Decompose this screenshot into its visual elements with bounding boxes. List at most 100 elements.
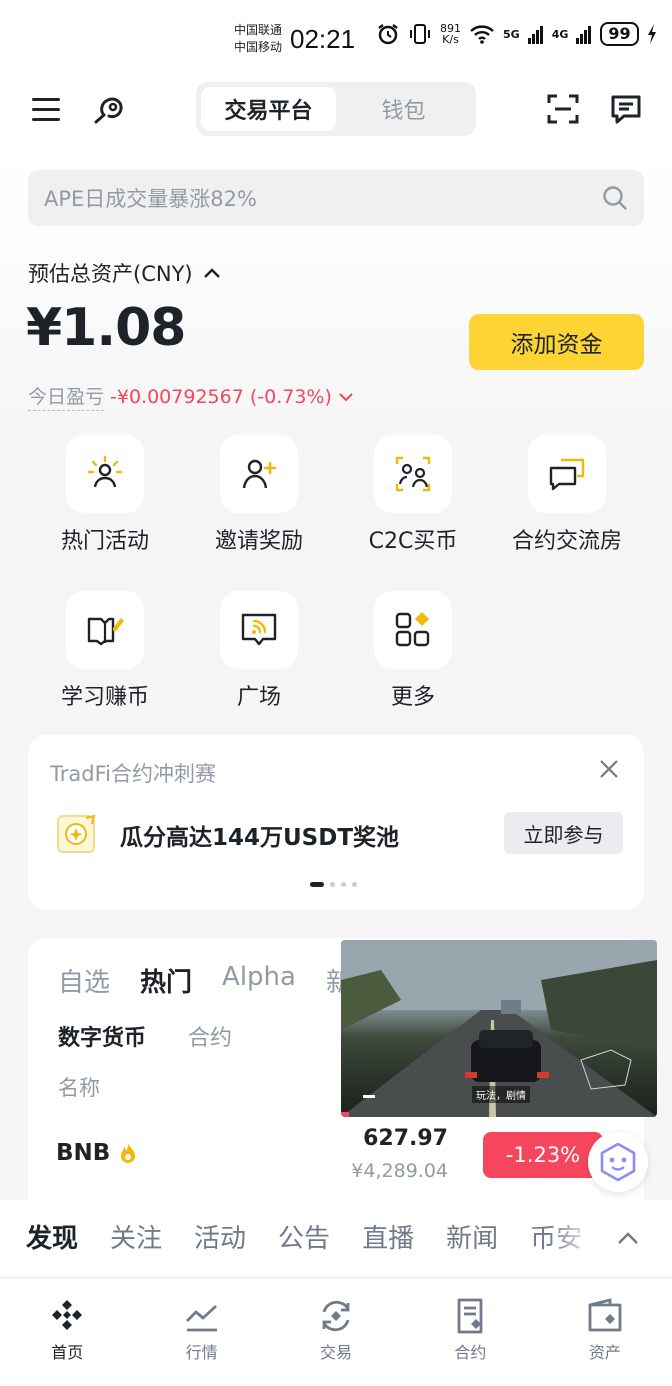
sun-person-icon (87, 455, 123, 488)
shortcut-invite[interactable]: 邀请奖励 (184, 435, 334, 555)
signal-4g-label: 4G (551, 27, 569, 41)
shortcut-more[interactable]: 更多 (338, 591, 488, 711)
nav-label: 首页 (51, 1343, 84, 1362)
search-icon[interactable] (602, 185, 628, 211)
status-time: 02:21 (290, 24, 356, 54)
broadcast-icon (241, 613, 277, 646)
tab-live[interactable]: 直播 (362, 1218, 414, 1255)
bottom-nav: 首页 行情 交易 合约 资产 (0, 1278, 672, 1386)
shortcut-icon-box[interactable] (66, 435, 144, 513)
alarm-icon (378, 24, 398, 45)
nav-label: 交易 (320, 1343, 353, 1362)
coin-price-cny: ¥4,289.04 (351, 1160, 448, 1182)
discover-tabs: 发现 关注 活动 公告 直播 新闻 币安 (26, 1218, 582, 1255)
market-tabs: 自选 热门 Alpha 新 (58, 962, 352, 999)
battery-level: 99 (600, 22, 639, 46)
shortcut-label: 学习赚币 (60, 685, 149, 710)
shortcut-futures-room[interactable]: 合约交流房 (492, 435, 642, 555)
more-grid-icon (395, 612, 430, 647)
shortcut-icon-box[interactable] (374, 591, 452, 669)
chevron-down-icon[interactable] (338, 392, 354, 402)
message-icon[interactable] (610, 93, 642, 125)
coin-price: 627.97 (363, 1126, 448, 1151)
futures-icon (458, 1298, 483, 1334)
shortcut-icon-box[interactable] (528, 435, 606, 513)
promo-text: 瓜分高达144万USDT奖池 (120, 825, 400, 851)
signal-bars-icon (527, 26, 543, 44)
wallet-icon (588, 1298, 622, 1332)
carousel-dots (310, 882, 357, 887)
carousel-dot (330, 882, 335, 887)
nav-label: 行情 (185, 1343, 218, 1362)
ai-assistant-button[interactable] (588, 1132, 648, 1192)
join-now-button[interactable]: 立即参与 (504, 812, 623, 854)
promo-title: TradFi合约冲刺赛 (50, 762, 216, 786)
status-icons: 891 K/s 5G 4G 99 (376, 22, 657, 46)
shortcut-c2c[interactable]: C2C买币 (338, 435, 488, 555)
flame-icon (121, 1143, 136, 1163)
menu-icon[interactable] (32, 98, 60, 122)
shortcut-icon-box[interactable] (220, 435, 298, 513)
asset-label[interactable]: 预估总资产(CNY) (28, 258, 221, 288)
price-change-badge[interactable]: -1.23% (483, 1132, 603, 1178)
shortcut-label: 更多 (390, 685, 435, 710)
nav-futures[interactable]: 合约 (403, 1279, 537, 1386)
book-pen-icon (87, 617, 124, 646)
nav-home[interactable]: 首页 (0, 1279, 134, 1386)
close-icon[interactable] (598, 758, 620, 780)
tab-activities[interactable]: 活动 (194, 1218, 246, 1255)
chevron-up-icon[interactable] (203, 267, 221, 279)
shortcut-label: C2C买币 (368, 529, 458, 554)
carrier-names: 中国联通 中国移动 (234, 22, 282, 56)
search-bar[interactable]: APE日成交量暴涨82% (28, 170, 644, 226)
tab-following[interactable]: 关注 (110, 1218, 162, 1255)
vibrate-icon (410, 24, 430, 44)
asset-label-text: 预估总资产(CNY) (28, 262, 193, 286)
tab-alpha[interactable]: Alpha (222, 962, 296, 999)
charging-icon (647, 24, 656, 44)
tab-hot[interactable]: 热门 (140, 962, 192, 999)
carousel-dot (352, 882, 357, 887)
chevron-up-icon[interactable] (616, 1226, 640, 1250)
signal-5g-label: 5G (503, 27, 520, 41)
headset-icon[interactable] (90, 92, 128, 128)
shortcut-icon-box[interactable] (66, 591, 144, 669)
coin-symbol[interactable]: BNB (56, 1140, 138, 1166)
trade-icon (322, 1300, 350, 1332)
shortcut-label: 邀请奖励 (214, 529, 303, 554)
search-input[interactable]: APE日成交量暴涨82% (44, 183, 602, 213)
tab-wallet[interactable]: 钱包 (336, 87, 471, 131)
nav-label: 资产 (588, 1343, 621, 1362)
nav-markets[interactable]: 行情 (134, 1279, 268, 1386)
pnl-label: 今日盈亏 (28, 382, 105, 411)
tab-news[interactable]: 新闻 (446, 1218, 498, 1255)
nav-assets[interactable]: 资产 (538, 1279, 672, 1386)
tab-exchange[interactable]: 交易平台 (201, 87, 336, 131)
chart-icon (185, 1304, 217, 1332)
scan-icon[interactable] (547, 93, 579, 125)
c2c-users-icon (395, 456, 431, 492)
trophy-ticket-icon (57, 814, 96, 853)
add-funds-button[interactable]: 添加资金 (469, 314, 644, 370)
subtab-futures[interactable]: 合约 (188, 1020, 232, 1052)
tab-announcements[interactable]: 公告 (278, 1218, 330, 1255)
subtab-crypto[interactable]: 数字货币 (58, 1020, 146, 1052)
shortcut-hot-events[interactable]: 热门活动 (30, 435, 180, 555)
tab-discover[interactable]: 发现 (26, 1218, 78, 1255)
shortcut-icon-box[interactable] (220, 591, 298, 669)
tab-favorites[interactable]: 自选 (58, 962, 110, 999)
today-pnl[interactable]: 今日盈亏 -¥0.00792567 (-0.73%) (28, 382, 354, 411)
net-speed: 891 K/s (440, 23, 461, 45)
shortcut-square[interactable]: 广场 (184, 591, 334, 711)
shortcut-label: 热门活动 (60, 529, 149, 554)
nav-trade[interactable]: 交易 (269, 1279, 403, 1386)
shortcut-learn-earn[interactable]: 学习赚币 (30, 591, 180, 711)
add-user-icon (242, 459, 277, 489)
carrier-1: 中国联通 (234, 23, 283, 37)
carousel-dot (310, 882, 324, 887)
shortcut-icon-box[interactable] (374, 435, 452, 513)
platform-switch: 交易平台 钱包 (196, 82, 476, 136)
video-caption: 玩法，剧情 (472, 1086, 530, 1103)
market-subtabs: 数字货币 合约 (58, 1020, 232, 1052)
home-logo-icon (52, 1300, 83, 1330)
